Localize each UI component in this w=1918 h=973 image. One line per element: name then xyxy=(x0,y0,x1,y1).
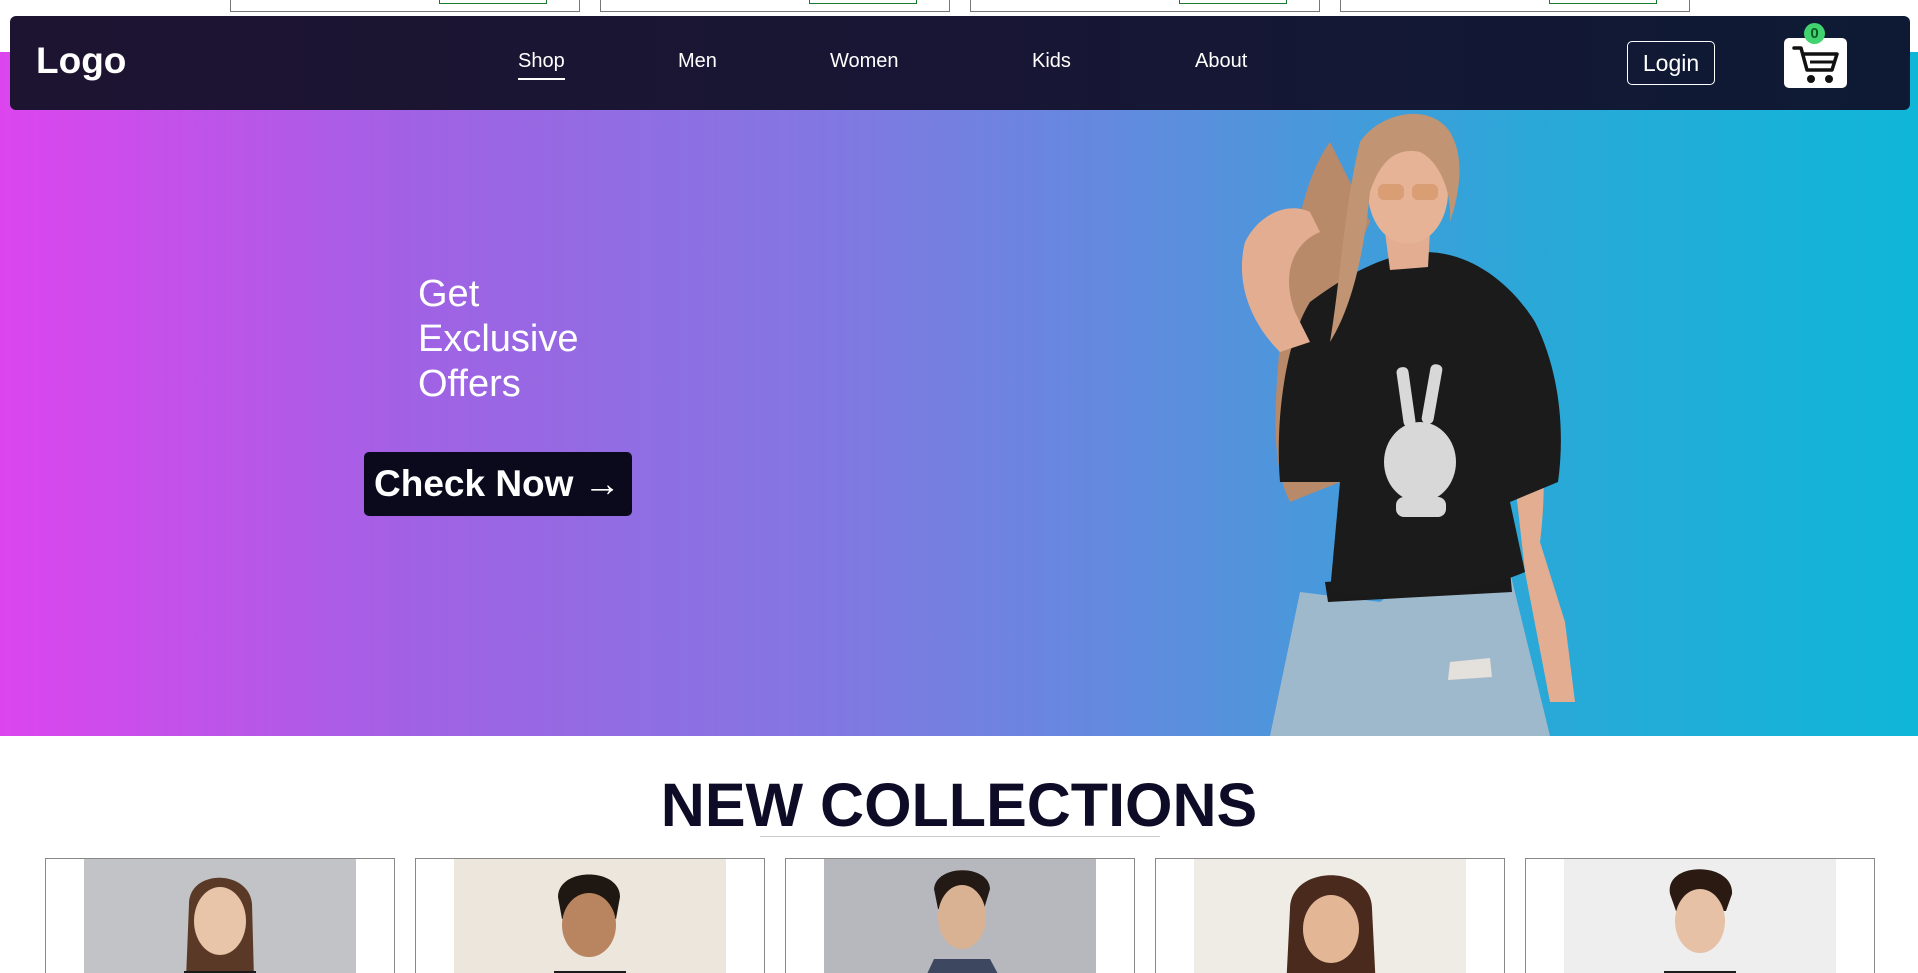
site-logo[interactable]: Logo xyxy=(36,40,126,82)
nav-link-about[interactable]: About xyxy=(1195,50,1247,73)
main-navbar: Logo Shop Men Women Kids About Login 0 xyxy=(10,16,1910,110)
cart-button[interactable] xyxy=(1784,38,1847,88)
login-button[interactable]: Login xyxy=(1627,41,1715,85)
woman-model-photo xyxy=(84,859,356,973)
hero-headline: Get Exclusive Offers xyxy=(418,272,579,407)
collection-card[interactable] xyxy=(45,858,395,973)
check-now-button[interactable]: Check Now → xyxy=(364,452,632,516)
previous-cards-strip xyxy=(0,0,1918,16)
hero-headline-line: Get xyxy=(418,273,480,315)
nav-link-shop[interactable]: Shop xyxy=(518,50,565,80)
collection-card[interactable] xyxy=(785,858,1135,973)
strip-card xyxy=(230,0,580,12)
strip-card-button xyxy=(439,0,547,4)
hero-banner: Get Exclusive Offers Check Now → xyxy=(0,52,1918,736)
man-model-photo-2 xyxy=(1564,859,1836,973)
collection-card[interactable] xyxy=(1155,858,1505,973)
strip-card-button xyxy=(809,0,917,4)
collection-card[interactable] xyxy=(1525,858,1875,973)
man-model-photo xyxy=(824,859,1096,973)
title-divider xyxy=(760,836,1160,837)
nav-link-kids[interactable]: Kids xyxy=(1032,50,1071,73)
hero-headline-line: Offers xyxy=(418,363,521,405)
shopping-cart-icon xyxy=(1792,46,1839,83)
cart-count-badge: 0 xyxy=(1804,23,1825,44)
strip-card-button xyxy=(1549,0,1657,4)
boy-model-photo xyxy=(454,859,726,973)
strip-card xyxy=(600,0,950,12)
strip-card xyxy=(1340,0,1690,12)
nav-link-men[interactable]: Men xyxy=(678,50,717,73)
collection-card[interactable] xyxy=(415,858,765,973)
collections-title: NEW COLLECTIONS xyxy=(660,771,1258,839)
nav-link-women[interactable]: Women xyxy=(830,50,899,73)
strip-card xyxy=(970,0,1320,12)
hero-model-image xyxy=(1241,113,1575,736)
woman-model-photo-2 xyxy=(1194,859,1466,973)
hero-headline-line: Exclusive xyxy=(418,318,579,360)
strip-card-button xyxy=(1179,0,1287,4)
